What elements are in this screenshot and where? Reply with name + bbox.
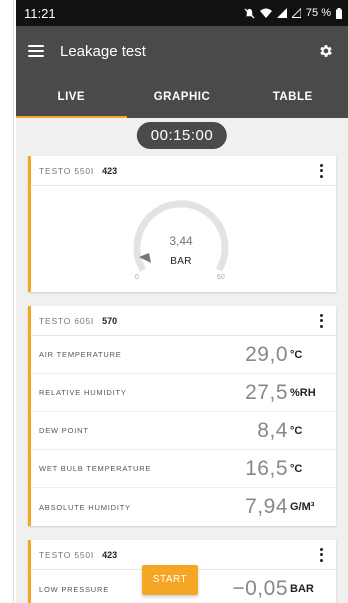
gear-icon[interactable] (318, 43, 334, 59)
tab-graphic[interactable]: GRAPHIC (127, 76, 238, 118)
kebab-menu-icon[interactable] (316, 163, 326, 178)
battery-icon (336, 7, 342, 19)
signal-icon (276, 8, 287, 18)
reading-value: 27,5 (245, 380, 288, 404)
reading-label: AIR TEMPERATURE (39, 350, 122, 359)
reading-row: ABSOLUTE HUMIDITY 7,94 G/M³ (31, 488, 336, 526)
tab-live[interactable]: LIVE (16, 76, 127, 118)
screen: 11:21 75 % Leakage test LIVE GRAPHIC TAB… (0, 0, 348, 603)
reading-row: RELATIVE HUMIDITY 27,5 %RH (31, 374, 336, 412)
timer-display: 00:15:00 (136, 122, 228, 149)
side-margin (0, 0, 14, 603)
reading-unit: %RH (290, 386, 316, 399)
reading-unit: °C (290, 348, 303, 361)
reading-row: WET BULB TEMPERATURE 16,5 °C (31, 450, 336, 488)
probe-model: TESTO 550I (39, 549, 95, 560)
reading-label: LOW PRESSURE (39, 584, 110, 594)
battery-percent: 75 % (305, 7, 331, 19)
reading-unit: BAR (290, 583, 314, 595)
gauge-min: 0 (135, 274, 139, 281)
app-window: 11:21 75 % Leakage test LIVE GRAPHIC TAB… (16, 0, 348, 603)
gauge-value: 3,44 (169, 234, 193, 248)
status-bar: 11:21 75 % (16, 0, 348, 26)
timer-area: 00:15:00 (16, 118, 348, 154)
card-header: TESTO 550I 423 (31, 156, 336, 186)
reading-unit: °C (290, 462, 303, 475)
wifi-icon (259, 8, 272, 18)
start-button[interactable]: START (142, 565, 198, 595)
probe-serial: 423 (102, 165, 118, 176)
gauge-unit: BAR (170, 256, 192, 267)
probe-card-humidity[interactable]: TESTO 605I 570 AIR TEMPERATURE 29,0 °C R… (28, 306, 336, 526)
reading-value: 7,94 (245, 495, 288, 518)
probe-model: TESTO 550I (39, 165, 95, 176)
reading-value: 8,4 (257, 418, 288, 442)
status-time: 11:21 (24, 5, 56, 21)
tab-bar: LIVE GRAPHIC TABLE (16, 76, 348, 118)
probe-card-pressure[interactable]: TESTO 550I 423 3,44 BAR 0 60 (28, 156, 336, 292)
probe-serial: 570 (102, 315, 118, 326)
reading-value: 29,0 (245, 342, 288, 366)
mute-icon (244, 7, 255, 19)
pressure-gauge: 3,44 BAR 0 60 (121, 196, 241, 292)
tab-table[interactable]: TABLE (237, 76, 348, 118)
no-signal-icon (291, 8, 301, 18)
reading-unit: °C (290, 424, 303, 437)
app-bar: Leakage test (16, 26, 348, 76)
gauge-max: 60 (217, 274, 225, 281)
reading-label: ABSOLUTE HUMIDITY (39, 502, 131, 512)
reading-label: DEW POINT (39, 426, 89, 435)
card-header: TESTO 605I 570 (31, 306, 336, 336)
reading-value: 16,5 (245, 456, 288, 480)
app-title: Leakage test (60, 42, 146, 60)
probe-serial: 423 (102, 549, 118, 560)
reading-label: RELATIVE HUMIDITY (39, 388, 127, 397)
menu-icon[interactable] (28, 45, 44, 57)
reading-unit: G/M³ (290, 501, 315, 513)
reading-row: AIR TEMPERATURE 29,0 °C (31, 336, 336, 374)
kebab-menu-icon[interactable] (316, 547, 326, 562)
reading-value: −0,05 (232, 577, 288, 600)
kebab-menu-icon[interactable] (316, 313, 326, 328)
probe-model: TESTO 605I (39, 315, 95, 326)
reading-label: WET BULB TEMPERATURE (39, 464, 152, 473)
status-icons: 75 % (244, 7, 342, 19)
reading-row: DEW POINT 8,4 °C (31, 412, 336, 450)
